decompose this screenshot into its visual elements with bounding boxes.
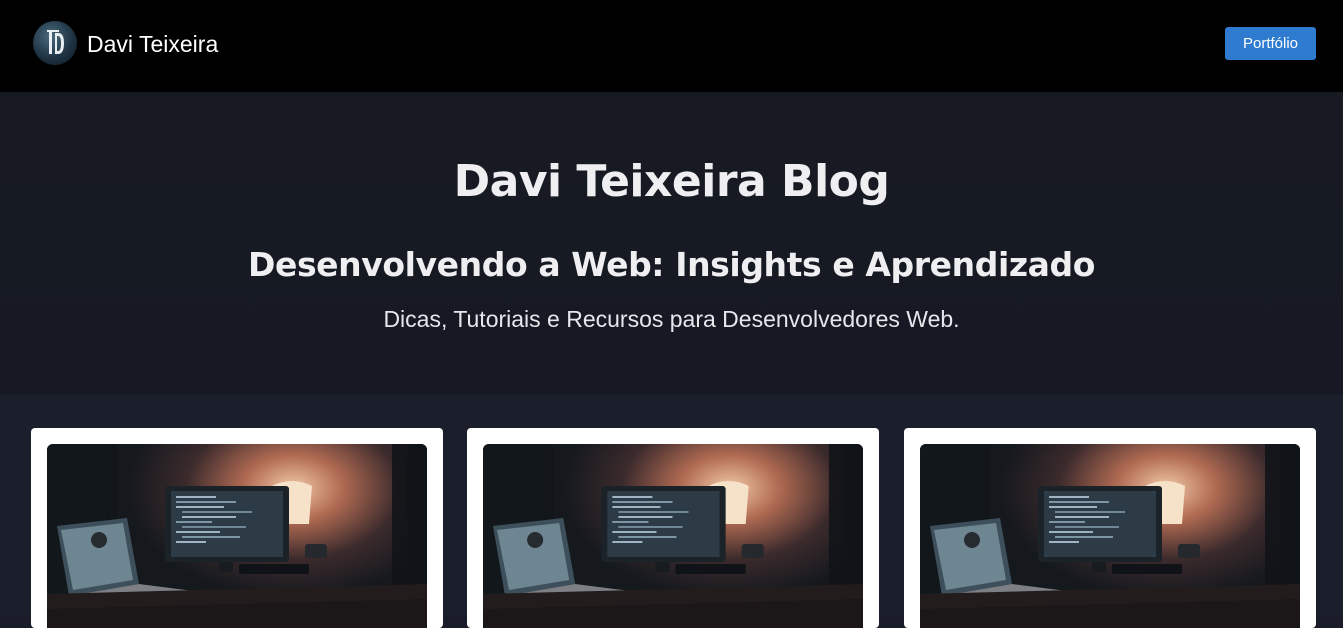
post-card[interactable]: [31, 428, 443, 628]
post-card[interactable]: [467, 428, 879, 628]
hero-section: Davi Teixeira Blog Desenvolvendo a Web: …: [0, 92, 1343, 395]
page-title: Davi Teixeira Blog: [453, 156, 890, 207]
hero-tagline: Dicas, Tutoriais e Recursos para Desenvo…: [383, 306, 960, 332]
posts-grid: [0, 395, 1343, 628]
post-image-desk-computer-photo[interactable]: [483, 444, 863, 628]
post-image-desk-computer-photo[interactable]: [47, 444, 427, 628]
initials-logo-icon[interactable]: [33, 21, 77, 65]
post-card[interactable]: [904, 428, 1316, 628]
brand-name[interactable]: Davi Teixeira: [87, 29, 218, 59]
post-image-desk-computer-photo[interactable]: [920, 444, 1300, 628]
portfolio-button[interactable]: Portfólio: [1225, 27, 1316, 60]
top-navbar: Davi Teixeira Portfólio: [0, 0, 1343, 92]
hero-subtitle: Desenvolvendo a Web: Insights e Aprendiz…: [247, 245, 1096, 284]
